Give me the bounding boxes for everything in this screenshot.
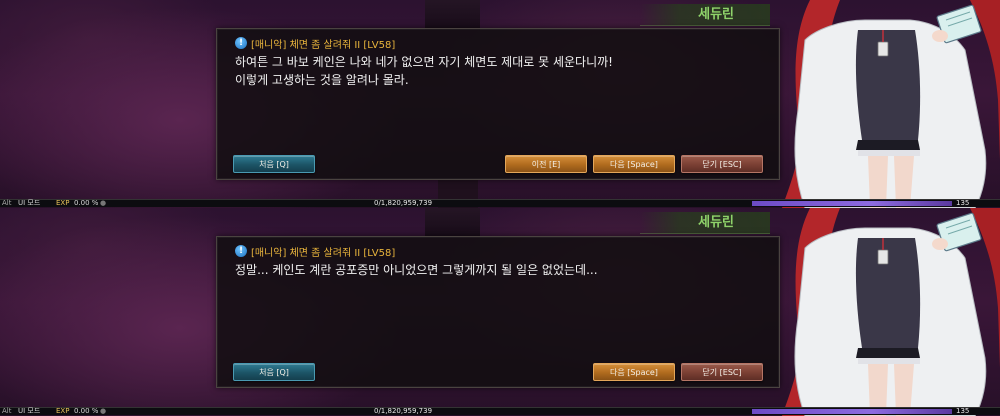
status-bar: Alt UI 모드 EXP 0.00 % ● 0/1,820,959,739 1… <box>0 407 1000 415</box>
ui-mode-toggle[interactable]: UI 모드 <box>18 200 40 207</box>
character-level: 135 <box>956 407 970 415</box>
exp-percent: 0.00 % <box>74 199 99 207</box>
quest-header: ! [매니악] 체면 좀 살려줘 II [LV58] <box>235 35 395 51</box>
dialogue-text: 하여튼 그 바보 케인은 나와 네가 없으면 자기 체면도 제대로 못 세운다니… <box>235 55 613 87</box>
npc-name: 세듀린 <box>698 215 734 230</box>
first-button[interactable]: 처음 [Q] <box>233 155 315 173</box>
previous-button[interactable]: 이전 [E] <box>505 155 587 173</box>
exp-numbers: 0/1,820,959,739 <box>374 199 433 207</box>
next-button[interactable]: 다음 [Space] <box>593 363 675 381</box>
alt-key-label: Alt <box>2 199 12 207</box>
exp-label: EXP <box>56 199 70 207</box>
exp-label: EXP <box>56 407 70 415</box>
npc-name: 세듀린 <box>698 7 734 22</box>
level-bar <box>752 409 952 414</box>
quest-header: ! [매니악] 체면 좀 살려줘 II [LV58] <box>235 243 395 259</box>
alt-key-label: Alt <box>2 407 12 415</box>
quest-title: [매니악] 체면 좀 살려줘 II [LV58] <box>251 39 396 51</box>
dialogue-screen-1: 세듀린 ! [매니악] 체면 좀 살려줘 II [LV58] 하여튼 그 바보 … <box>0 0 1000 208</box>
ui-mode-toggle[interactable]: UI 모드 <box>18 408 40 415</box>
status-bar: Alt UI 모드 EXP 0.00 % ● 0/1,820,959,739 1… <box>0 199 1000 207</box>
quest-info-icon: ! <box>235 37 247 49</box>
level-bar <box>752 201 952 206</box>
character-level: 135 <box>956 199 970 207</box>
background-figure <box>425 0 480 30</box>
next-button[interactable]: 다음 [Space] <box>593 155 675 173</box>
close-button[interactable]: 닫기 [ESC] <box>681 155 763 173</box>
quest-info-icon: ! <box>235 245 247 257</box>
first-button[interactable]: 처음 [Q] <box>233 363 315 381</box>
background-figure <box>425 208 480 236</box>
exp-numbers: 0/1,820,959,739 <box>374 407 433 415</box>
exp-indicator-icon: ● <box>100 199 107 207</box>
dialogue-text: 정말... 케인도 계란 공포증만 아니었으면 그렇게까지 될 일은 없었는데.… <box>235 263 598 277</box>
npc-nameplate: 세듀린 <box>640 212 770 234</box>
npc-portrait <box>782 208 1000 416</box>
dialogue-box: ! [매니악] 체면 좀 살려줘 II [LV58] 하여튼 그 바보 케인은 … <box>216 28 780 180</box>
quest-title: [매니악] 체면 좀 살려줘 II [LV58] <box>251 247 396 259</box>
dialogue-screen-2: 세듀린 ! [매니악] 체면 좀 살려줘 II [LV58] 정말... 케인도… <box>0 208 1000 416</box>
close-button[interactable]: 닫기 [ESC] <box>681 363 763 381</box>
dialogue-box: ! [매니악] 체면 좀 살려줘 II [LV58] 정말... 케인도 계란 … <box>216 236 780 388</box>
exp-indicator-icon: ● <box>100 407 107 415</box>
npc-nameplate: 세듀린 <box>640 4 770 26</box>
npc-portrait <box>782 0 1000 208</box>
exp-percent: 0.00 % <box>74 407 99 415</box>
